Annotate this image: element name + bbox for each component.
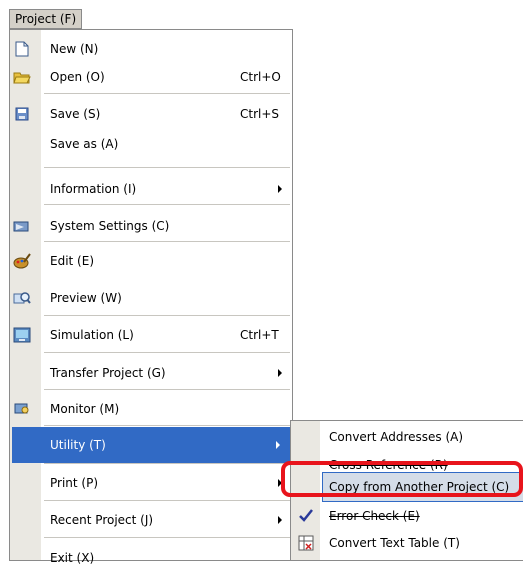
- shortcut-text: Ctrl+T: [240, 328, 279, 342]
- checkmark-icon: [297, 507, 315, 525]
- menu-item-label: System Settings (C): [50, 219, 170, 233]
- menu-separator: [44, 537, 290, 538]
- menu-item-label: Save as (A): [50, 137, 119, 151]
- preview-magnifier-icon: [13, 289, 31, 307]
- new-file-icon: [13, 40, 31, 58]
- menu-item-simulation[interactable]: Simulation (L) Ctrl+T: [10, 317, 292, 353]
- menu-item-recent-project[interactable]: Recent Project (J): [10, 502, 292, 538]
- menu-separator: [44, 93, 290, 94]
- menu-item-save-as[interactable]: Save as (A): [10, 126, 292, 162]
- menu-item-edit[interactable]: Edit (E): [10, 243, 292, 279]
- menu-item-label: Transfer Project (G): [50, 366, 166, 380]
- menu-separator: [44, 315, 290, 316]
- menu-separator: [44, 241, 290, 242]
- menu-item-transfer-project[interactable]: Transfer Project (G): [10, 355, 292, 391]
- menu-separator: [44, 352, 290, 353]
- submenu-item-error-check[interactable]: Error Check (E): [291, 501, 523, 531]
- submenu-item-label: Error Check (E): [329, 509, 420, 523]
- submenu-arrow-icon: [278, 369, 282, 377]
- menu-separator: [44, 500, 290, 501]
- submenu-arrow-icon: [278, 516, 282, 524]
- menu-item-label: Monitor (M): [50, 402, 120, 416]
- menu-item-preview[interactable]: Preview (W): [10, 280, 292, 316]
- menu-separator: [44, 167, 290, 168]
- menu-item-label: Information (I): [50, 182, 137, 196]
- edit-palette-icon: [13, 252, 31, 270]
- simulation-icon: [13, 326, 31, 344]
- menu-item-information[interactable]: Information (I): [10, 171, 292, 207]
- monitor-icon: [13, 400, 31, 418]
- menu-item-label: Edit (E): [50, 254, 94, 268]
- menu-item-label: Exit (X): [50, 551, 95, 565]
- system-settings-icon: [13, 217, 31, 235]
- menu-item-monitor[interactable]: Monitor (M): [10, 391, 292, 427]
- submenu-item-convert-text-table[interactable]: Convert Text Table (T): [291, 528, 523, 558]
- open-folder-icon: [13, 68, 31, 86]
- menu-separator: [44, 463, 290, 464]
- menu-item-label: Print (P): [50, 476, 99, 490]
- save-disk-icon: [13, 105, 31, 123]
- menu-item-label: Recent Project (J): [50, 513, 154, 527]
- submenu-item-label: Convert Text Table (T): [329, 536, 460, 550]
- shortcut-text: Ctrl+O: [240, 70, 281, 84]
- menu-separator: [44, 204, 290, 205]
- submenu-item-convert-addresses[interactable]: Convert Addresses (A): [291, 422, 523, 452]
- submenu-item-label: Convert Addresses (A): [329, 430, 464, 444]
- menu-item-open[interactable]: Open (O) Ctrl+O: [10, 59, 292, 95]
- submenu-arrow-icon: [276, 441, 280, 449]
- menu-item-label: Preview (W): [50, 291, 122, 305]
- menu-item-label: Simulation (L): [50, 328, 134, 342]
- submenu-arrow-icon: [278, 185, 282, 193]
- menu-item-print[interactable]: Print (P): [10, 465, 292, 501]
- menu-item-label: Utility (T): [50, 438, 106, 452]
- text-table-icon: [297, 534, 315, 552]
- annotation-highlight-box: [281, 461, 523, 497]
- menu-item-label: Open (O): [50, 70, 105, 84]
- menu-separator: [44, 425, 290, 426]
- project-dropdown-menu: New (N) Open (O) Ctrl+O Save (S) Ctrl+S …: [9, 29, 293, 565]
- menu-item-exit[interactable]: Exit (X): [10, 540, 292, 576]
- menu-separator: [44, 389, 290, 390]
- menu-item-utility[interactable]: Utility (T): [12, 427, 290, 463]
- menu-project[interactable]: Project (F): [9, 9, 82, 29]
- menu-item-system-settings[interactable]: System Settings (C): [10, 208, 292, 244]
